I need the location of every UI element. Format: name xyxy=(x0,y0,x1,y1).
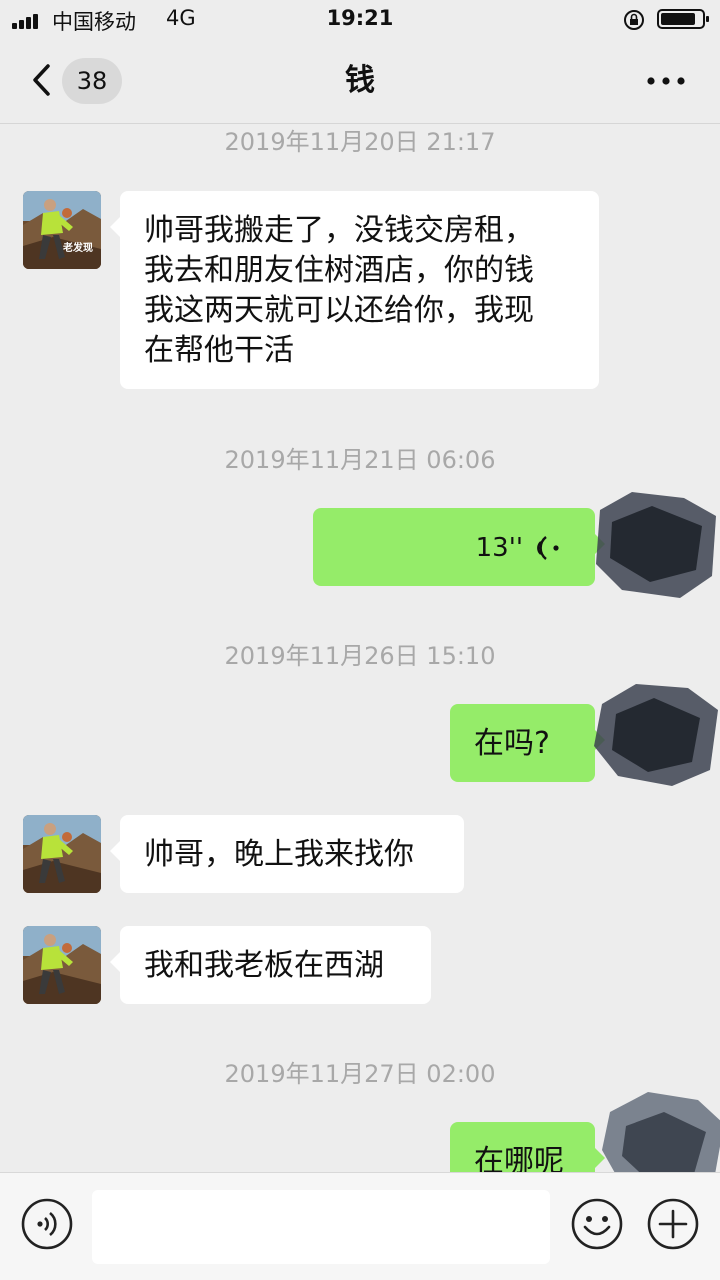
status-bar: 中国移动 4G 19:21 xyxy=(0,0,720,40)
voice-duration: 13'' xyxy=(475,533,523,563)
message-line: 我这两天就可以还给你，我现 xyxy=(144,293,534,328)
avatar-caption: 老发现 xyxy=(63,243,93,254)
voice-input-icon[interactable] xyxy=(20,1197,74,1251)
chat-input-bar xyxy=(0,1172,720,1280)
rotation-lock-icon xyxy=(624,10,644,30)
message-line: 帅哥我搬走了，没钱交房租， xyxy=(144,213,534,248)
contact-avatar[interactable] xyxy=(23,926,101,1004)
emoji-icon[interactable] xyxy=(570,1197,624,1251)
contact-avatar[interactable] xyxy=(23,815,101,893)
incoming-message-bubble[interactable]: 帅哥，晚上我来找你 xyxy=(110,815,464,893)
more-dots-icon[interactable] xyxy=(644,70,688,92)
incoming-message-bubble[interactable]: 我和我老板在西湖 xyxy=(110,926,431,1004)
message-line: 我去和朋友住树酒店，你的钱 xyxy=(144,253,534,288)
voice-wave-icon xyxy=(537,536,559,560)
outgoing-voice-message[interactable]: 13'' xyxy=(313,508,605,586)
message-text: 在吗? xyxy=(474,726,550,761)
message-line: 在帮他干活 xyxy=(144,333,294,368)
message-text: 帅哥，晚上我来找你 xyxy=(144,837,414,872)
message-text: 我和我老板在西湖 xyxy=(144,948,384,983)
message-timestamp: 2019年11月26日 15:10 xyxy=(224,642,496,670)
battery-icon xyxy=(657,9,709,29)
outgoing-message-bubble[interactable]: 在吗? xyxy=(450,704,605,782)
chat-title: 钱 xyxy=(345,63,375,98)
redacted-avatar xyxy=(594,684,718,786)
redacted-avatar xyxy=(596,492,716,598)
chat-header: 38 钱 xyxy=(0,40,720,124)
contact-avatar[interactable]: 老发现 xyxy=(23,191,101,269)
status-time: 19:21 xyxy=(326,6,394,30)
message-timestamp: 2019年11月21日 06:06 xyxy=(224,446,496,474)
message-timestamp: 2019年11月20日 21:17 xyxy=(224,128,496,156)
plus-icon[interactable] xyxy=(646,1197,700,1251)
incoming-message-bubble[interactable]: 帅哥我搬走了，没钱交房租， 我去和朋友住树酒店，你的钱 我这两天就可以还给你，我… xyxy=(110,191,599,389)
message-input[interactable] xyxy=(92,1190,550,1264)
